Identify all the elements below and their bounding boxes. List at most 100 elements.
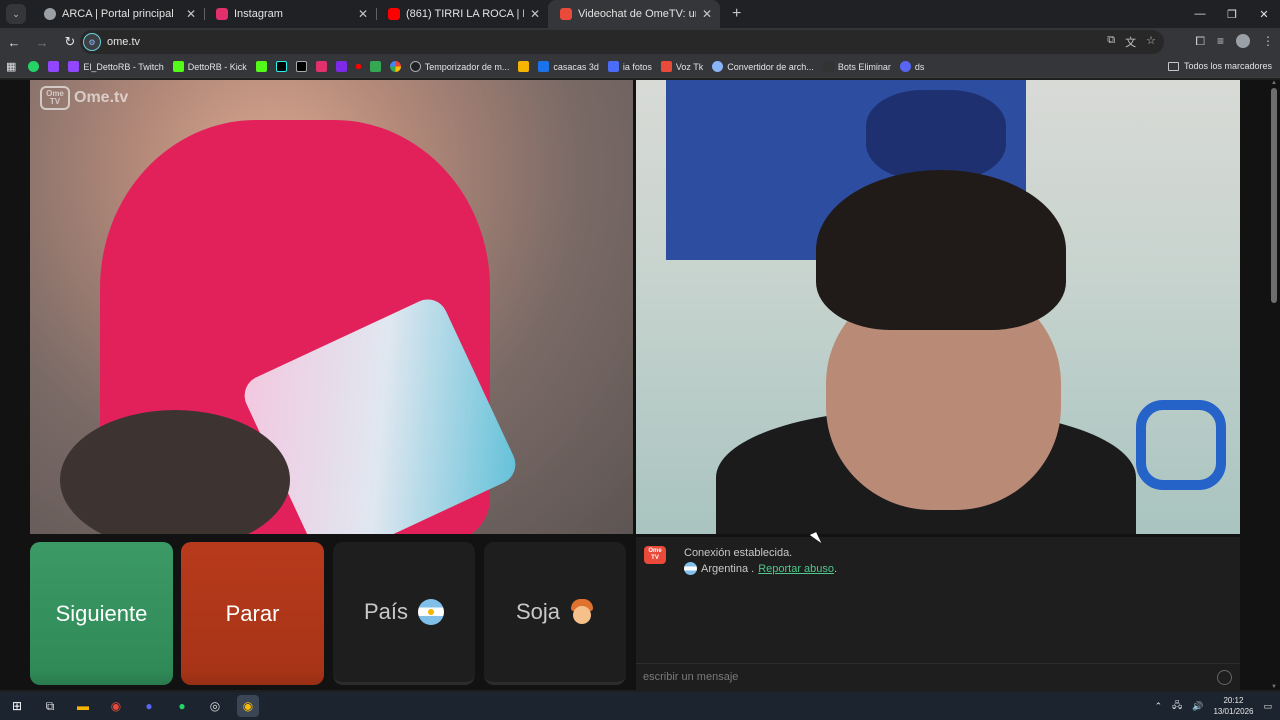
tab-arca[interactable]: ARCA | Portal principal ✕ [32, 0, 204, 28]
close-icon[interactable]: ✕ [702, 7, 712, 21]
minimize-icon[interactable]: — [1184, 0, 1216, 28]
close-icon[interactable]: ✕ [186, 7, 196, 21]
tab-title: ARCA | Portal principal [62, 8, 174, 20]
discord-icon[interactable]: ● [138, 695, 160, 717]
bookmark-timer[interactable]: Temporizador de m... [409, 61, 509, 72]
bookmark-star-icon[interactable]: ☆ [1146, 34, 1156, 50]
message-input[interactable] [636, 671, 1196, 683]
country-select-button[interactable]: País [333, 542, 475, 685]
tab-ometv[interactable]: Videochat de OmeTV: uno a ✕ [548, 0, 720, 28]
all-bookmarks-label: Todos los marcadores [1183, 61, 1272, 71]
tab-strip: ⌄ ARCA | Portal principal ✕ Instagram ✕ … [0, 0, 1280, 28]
menu-kebab-icon[interactable]: ⋮ [1262, 34, 1274, 49]
instagram-icon [315, 61, 327, 72]
media-controls-icon[interactable]: ≡ [1217, 34, 1224, 49]
gender-select-button[interactable]: Soja [484, 542, 626, 685]
bookmark-canva[interactable] [335, 61, 347, 72]
tab-title: Instagram [234, 8, 283, 20]
extensions-icon[interactable]: ⧠ [1195, 34, 1205, 49]
close-window-icon[interactable]: ✕ [1248, 0, 1280, 28]
bookmark-convertidor[interactable]: Convertidor de arch... [712, 61, 814, 72]
bookmark-bots[interactable]: Bots Eliminar [822, 61, 891, 72]
obs-icon[interactable]: ◎ [204, 695, 226, 717]
profile-avatar-icon[interactable] [1236, 34, 1250, 48]
tab-search-chevron-icon[interactable]: ⌄ [6, 4, 26, 24]
page-scrollbar[interactable] [1271, 88, 1277, 303]
install-app-icon[interactable]: ⧉ [1107, 34, 1115, 50]
timer-icon [409, 61, 421, 72]
voice-icon [660, 61, 672, 72]
google-icon [389, 61, 401, 72]
translate-icon[interactable]: 文 [1125, 34, 1136, 50]
bookmark-label: DettoRB - Kick [187, 61, 247, 72]
video-shape [816, 170, 1066, 330]
close-icon[interactable]: ✕ [358, 7, 368, 21]
address-bar[interactable]: ⚙ ome.tv ⧉ 文 ☆ [80, 30, 1164, 54]
windows-start-icon[interactable]: ⊞ [6, 695, 28, 717]
bookmark-puzzle[interactable] [369, 61, 381, 72]
clock[interactable]: 20:12 13/01/2026 [1213, 695, 1253, 717]
back-arrow-icon[interactable]: ← [0, 28, 28, 56]
bookmark-label: casacas 3d [553, 61, 599, 72]
volume-icon[interactable]: 🔊 [1192, 701, 1203, 712]
whatsapp-icon[interactable]: ● [171, 695, 193, 717]
network-icon[interactable]: 🖧 [1172, 698, 1182, 714]
bookmark-kick-channel[interactable]: DettoRB - Kick [172, 61, 247, 72]
next-label: Siguiente [55, 600, 148, 626]
bookmark-tiktok[interactable] [275, 61, 287, 72]
ometv-page: Ome TV Ome.tv Siguiente Parar País Soja … [0, 80, 1280, 690]
self-video [636, 80, 1240, 534]
emoji-smile-icon[interactable] [1217, 670, 1232, 685]
instagram-icon [216, 8, 228, 20]
close-icon[interactable]: ✕ [530, 7, 540, 21]
tray-chevron-icon[interactable]: ⌃ [1155, 701, 1163, 712]
ometv-logo-icon: Ome TV [40, 86, 70, 110]
tab-instagram[interactable]: Instagram ✕ [204, 0, 376, 28]
file-explorer-icon[interactable]: ▬ [72, 695, 94, 717]
bookmark-x[interactable] [295, 61, 307, 72]
scroll-up-arrow-icon[interactable]: ▲ [1271, 80, 1277, 86]
stop-label: Parar [225, 600, 280, 626]
puzzle-icon [369, 61, 381, 72]
bookmark-voz-tk[interactable]: Voz Tk [660, 61, 703, 72]
image-icon [538, 61, 550, 72]
bookmark-google[interactable] [389, 61, 401, 72]
scroll-down-arrow-icon[interactable]: ▼ [1271, 684, 1277, 690]
ometv-logo: Ome TV Ome.tv [40, 86, 128, 110]
bookmark-youtube[interactable] [355, 64, 361, 69]
task-view-icon[interactable]: ⧉ [39, 695, 61, 717]
chrome-icon[interactable]: ◉ [237, 695, 259, 717]
bookmark-whatsapp[interactable] [28, 61, 40, 72]
folder-icon [518, 61, 530, 72]
new-tab-plus-icon[interactable]: + [732, 5, 741, 23]
bookmark-twitch-channel[interactable]: El_DettoRB - Twitch [68, 61, 164, 72]
tab-title: Videochat de OmeTV: uno a [578, 8, 696, 20]
report-abuse-link[interactable]: Reportar abuso [758, 563, 834, 575]
system-tray: ⌃ 🖧 🔊 20:12 13/01/2026 ▭ [1155, 695, 1272, 717]
twitch-icon [68, 61, 80, 72]
bookmark-casacas[interactable]: casacas 3d [538, 61, 599, 72]
video-shape [1136, 400, 1226, 490]
discord-icon [899, 61, 911, 72]
ometv-chat-logo-icon: Ome TV [644, 546, 666, 564]
bookmark-folder[interactable] [518, 61, 530, 72]
stop-button[interactable]: Parar [181, 542, 324, 685]
argentina-flag-icon [418, 599, 445, 625]
bookmark-twitch[interactable] [48, 61, 60, 72]
next-button[interactable]: Siguiente [30, 542, 173, 685]
all-bookmarks-folder[interactable]: Todos los marcadores [1167, 61, 1272, 71]
bookmark-label: ds [914, 61, 925, 72]
tab-youtube[interactable]: (861) TIRRI LA ROCA | DJ TAO T ✕ [376, 0, 548, 28]
apps-grid-icon[interactable]: ▦ [6, 60, 16, 73]
windows-taskbar: ⊞ ⧉ ▬ ◉ ● ● ◎ ◉ ⌃ 🖧 🔊 20:12 13/01/2026 ▭ [0, 692, 1280, 720]
forward-arrow-icon[interactable]: → [28, 28, 56, 56]
bookmark-ia-fotos[interactable]: ia fotos [607, 61, 652, 72]
site-info-icon[interactable]: ⚙ [83, 33, 101, 51]
bookmark-ds[interactable]: ds [899, 61, 925, 72]
restore-icon[interactable]: ❐ [1216, 0, 1248, 28]
notifications-icon[interactable]: ▭ [1263, 701, 1272, 712]
bookmark-instagram[interactable] [315, 61, 327, 72]
bookmark-kick[interactable] [255, 61, 267, 72]
url-text[interactable]: ome.tv [107, 36, 140, 48]
app-red-icon[interactable]: ◉ [105, 695, 127, 717]
